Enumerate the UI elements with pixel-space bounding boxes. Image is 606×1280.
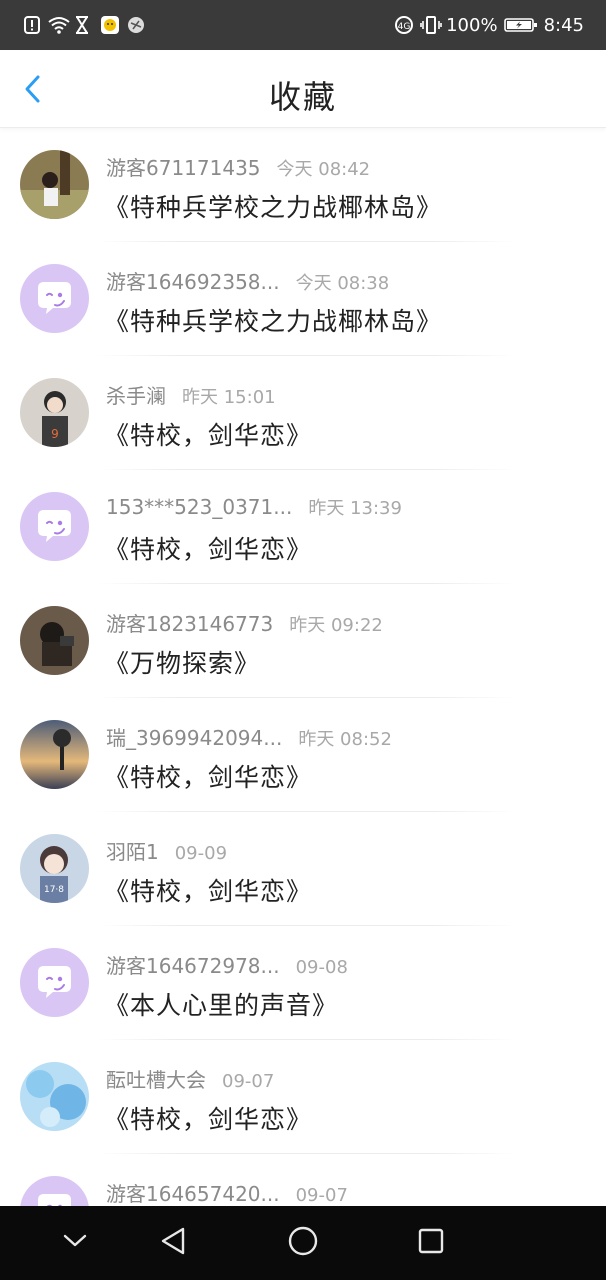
book-title[interactable]: 《特校，剑华恋》	[104, 530, 312, 566]
username[interactable]: 羽陌1	[106, 836, 159, 865]
username[interactable]: 游客164692358...	[106, 266, 280, 295]
username[interactable]: 游客164672978...	[106, 950, 280, 979]
clock: 8:45	[543, 14, 584, 36]
avatar[interactable]	[20, 606, 89, 675]
status-bar: 4G 100% 8:45	[0, 0, 606, 50]
nav-recents-button[interactable]	[411, 1223, 451, 1263]
timestamp: 09-09	[174, 843, 228, 864]
svg-text:4G: 4G	[398, 22, 411, 32]
list-item[interactable]: 酝吐槽大会 09-07 《特校，剑华恋》	[0, 1040, 606, 1154]
book-title[interactable]: 《特种兵学校之力战椰林岛》	[104, 302, 442, 338]
username[interactable]: 酝吐槽大会	[106, 1064, 206, 1093]
username[interactable]: 杀手澜	[106, 380, 166, 409]
list-item[interactable]: 9 杀手澜 昨天 15:01 《特校，剑华恋》	[0, 356, 606, 470]
book-title[interactable]: 《特校，剑华恋》	[104, 416, 312, 452]
list-item[interactable]: 瑞_3969942094... 昨天 08:52 《特校，剑华恋》	[0, 698, 606, 812]
item-meta: 瑞_3969942094... 昨天 08:52	[106, 722, 392, 750]
list-item[interactable]: 153***523_0371... 昨天 13:39 《特校，剑华恋》	[0, 470, 606, 584]
username[interactable]: 153***523_0371...	[106, 495, 292, 519]
book-title[interactable]: 《特校，剑华恋》	[104, 872, 312, 908]
item-meta: 杀手澜 昨天 15:01	[106, 380, 276, 408]
back-triangle-icon	[159, 1226, 187, 1260]
hide-keyboard-button[interactable]	[55, 1223, 95, 1263]
timestamp: 昨天 15:01	[182, 387, 276, 408]
app-notification-icon-2	[126, 15, 146, 35]
avatar[interactable]	[20, 492, 89, 561]
book-title[interactable]: 《特校，剑华恋》	[104, 758, 312, 794]
username[interactable]: 游客1823146773	[106, 608, 273, 637]
system-nav-bar	[0, 1206, 606, 1280]
book-title[interactable]: 《特校，剑华恋》	[104, 1100, 312, 1136]
item-meta: 游客671171435 今天 08:42	[106, 152, 370, 180]
username[interactable]: 游客671171435	[106, 152, 261, 181]
recents-square-icon	[417, 1227, 445, 1259]
list-item[interactable]: 游客164657420... 09-07	[0, 1154, 606, 1206]
timestamp: 昨天 13:39	[308, 498, 402, 519]
timestamp: 昨天 08:52	[298, 729, 392, 750]
vibrate-icon	[420, 15, 442, 35]
home-circle-icon	[288, 1226, 318, 1260]
avatar[interactable]	[20, 1176, 89, 1206]
nav-home-button[interactable]	[283, 1223, 323, 1263]
app-notification-icon	[100, 15, 120, 35]
item-meta: 酝吐槽大会 09-07	[106, 1064, 274, 1092]
book-title[interactable]: 《万物探索》	[104, 644, 260, 680]
item-meta: 游客164672978... 09-08	[106, 950, 348, 978]
item-meta: 153***523_0371... 昨天 13:39	[106, 494, 402, 522]
alert-icon	[22, 15, 42, 35]
list-item[interactable]: 17·8 羽陌1 09-09 《特校，剑华恋》	[0, 812, 606, 926]
item-meta: 羽陌1 09-09	[106, 836, 227, 864]
status-right: 4G 100% 8:45	[394, 13, 584, 37]
username[interactable]: 游客164657420...	[106, 1178, 280, 1206]
avatar[interactable]: 9	[20, 378, 89, 447]
chevron-down-icon	[62, 1233, 88, 1253]
timestamp: 昨天 09:22	[289, 615, 383, 636]
wifi-icon	[48, 15, 70, 35]
timestamp: 今天 08:38	[295, 273, 390, 294]
timestamp: 今天 08:42	[276, 159, 371, 180]
avatar[interactable]	[20, 948, 89, 1017]
book-title[interactable]: 《特种兵学校之力战椰林岛》	[104, 188, 442, 224]
list-item[interactable]: 游客671171435 今天 08:42 《特种兵学校之力战椰林岛》	[0, 128, 606, 242]
data-saver-icon: 4G	[394, 15, 414, 35]
status-left-icons	[22, 13, 146, 37]
avatar[interactable]: 17·8	[20, 834, 89, 903]
username[interactable]: 瑞_3969942094...	[106, 722, 282, 751]
battery-percent: 100%	[446, 14, 498, 36]
item-meta: 游客164692358... 今天 08:38	[106, 266, 389, 294]
book-title[interactable]: 《本人心里的声音》	[104, 986, 338, 1022]
timestamp: 09-08	[295, 957, 348, 978]
list-item[interactable]: 游客164672978... 09-08 《本人心里的声音》	[0, 926, 606, 1040]
svg-text:9: 9	[51, 427, 59, 441]
page-title: 收藏	[268, 78, 337, 116]
battery-icon	[503, 15, 538, 35]
avatar[interactable]	[20, 264, 89, 333]
nav-back-button[interactable]	[153, 1223, 193, 1263]
avatar[interactable]	[20, 720, 89, 789]
favorites-list: 游客671171435 今天 08:42 《特种兵学校之力战椰林岛》 游客164692…	[0, 128, 606, 1206]
list-item[interactable]: 游客164692358... 今天 08:38 《特种兵学校之力战椰林岛》	[0, 242, 606, 356]
timestamp: 09-07	[295, 1185, 348, 1206]
avatar[interactable]	[20, 1062, 89, 1131]
avatar[interactable]	[20, 150, 89, 219]
hourglass-icon	[74, 15, 94, 35]
item-meta: 游客164657420... 09-07	[106, 1178, 348, 1206]
app-header: 收藏	[0, 50, 606, 128]
item-meta: 游客1823146773 昨天 09:22	[106, 608, 383, 636]
list-item[interactable]: 游客1823146773 昨天 09:22 《万物探索》	[0, 584, 606, 698]
timestamp: 09-07	[222, 1071, 275, 1092]
svg-text:17·8: 17·8	[44, 885, 64, 895]
